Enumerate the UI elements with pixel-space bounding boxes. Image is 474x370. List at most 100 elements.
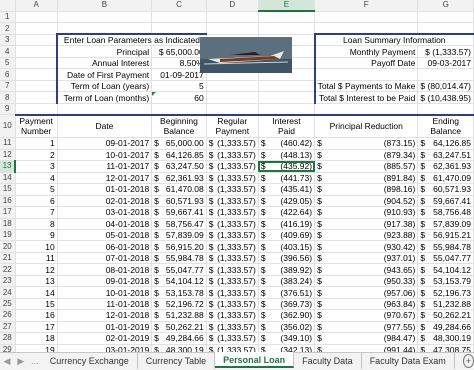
payment-date-cell[interactable]: 05-01-2018 [57, 229, 153, 242]
beginning-balance-cell[interactable]: $50,262.21 [151, 321, 207, 334]
cell[interactable] [151, 103, 207, 116]
regular-payment-cell[interactable]: $ (1,333.57) [206, 183, 259, 196]
header-principal-reduction[interactable]: Principal Reduction [314, 113, 419, 139]
payment-date-cell[interactable]: 01-01-2018 [57, 183, 153, 196]
principal-reduction-cell[interactable]: $ (885.57) [314, 160, 419, 173]
row-header[interactable]: 8 [0, 91, 16, 104]
payment-number-cell[interactable]: 5 [15, 183, 58, 196]
column-header-e[interactable]: E [258, 0, 316, 13]
payment-number-cell[interactable]: 16 [15, 309, 58, 322]
payment-number-cell[interactable]: 18 [15, 332, 58, 345]
interest-paid-cell[interactable]: $ (416.19) [258, 218, 316, 230]
cell[interactable] [258, 80, 316, 93]
cell[interactable] [417, 11, 474, 24]
principal-reduction-cell[interactable]: $ (904.52) [314, 195, 419, 208]
regular-payment-cell[interactable]: $ (1,333.57) [206, 160, 259, 173]
payment-date-cell[interactable]: 09-01-2017 [57, 137, 153, 150]
cell[interactable] [258, 11, 316, 24]
interest-paid-cell[interactable]: $ (396.56) [258, 252, 316, 265]
row-header[interactable]: 22 [0, 263, 16, 276]
cell[interactable] [206, 80, 259, 93]
regular-payment-cell[interactable]: $ (1,333.57) [206, 172, 259, 185]
cell[interactable] [417, 103, 474, 116]
cell[interactable] [15, 91, 58, 104]
payment-number-cell[interactable]: 7 [15, 206, 58, 219]
cell[interactable] [258, 22, 316, 35]
row-header[interactable]: 27 [0, 321, 16, 334]
interest-paid-cell[interactable]: $ (441.73) [258, 172, 316, 185]
beginning-balance-cell[interactable]: $64,126.85 [151, 149, 207, 162]
cell[interactable] [313, 68, 419, 81]
regular-payment-cell[interactable]: $ (1,333.57) [206, 229, 259, 242]
row-header[interactable]: 12 [0, 149, 16, 162]
beginning-balance-cell[interactable]: $51,232.88 [151, 309, 207, 322]
cell[interactable] [57, 103, 153, 116]
payment-date-cell[interactable]: 03-01-2018 [57, 206, 153, 219]
term-years-value[interactable]: 5 [151, 80, 207, 93]
cell[interactable] [151, 22, 207, 35]
payment-date-cell[interactable]: 07-01-2018 [57, 252, 153, 265]
tab-personal-loan[interactable]: Personal Loan [215, 352, 295, 368]
payment-date-cell[interactable]: 10-01-2018 [57, 286, 153, 299]
cell[interactable] [417, 68, 474, 81]
params-title[interactable]: Enter Loan Parameters as Indicated [56, 33, 207, 47]
payment-date-cell[interactable]: 04-01-2018 [57, 218, 153, 230]
payment-number-cell[interactable]: 1 [15, 137, 58, 150]
payment-number-cell[interactable]: 12 [15, 263, 58, 276]
regular-payment-cell[interactable]: $ (1,333.57) [206, 218, 259, 230]
first-payment-value[interactable]: 01-09-2017 [151, 68, 207, 81]
select-all-corner[interactable] [0, 0, 16, 12]
row-header[interactable]: 21 [0, 252, 16, 265]
more-sheets-icon[interactable]: ... [28, 353, 42, 369]
cell[interactable] [15, 80, 58, 93]
ending-balance-cell[interactable]: $58,756.48 [417, 206, 474, 219]
principal-reduction-cell[interactable]: $ (873.15) [314, 137, 419, 150]
row-header[interactable]: 6 [0, 68, 16, 81]
header-beginning-balance[interactable]: Beginning Balance [151, 113, 207, 139]
column-header-b[interactable]: B [57, 0, 153, 12]
cell[interactable] [314, 22, 419, 35]
principal-reduction-cell[interactable]: $ (977.55) [314, 321, 419, 334]
ending-balance-cell[interactable]: $53,153.79 [417, 275, 474, 288]
beginning-balance-cell[interactable]: $49,284.66 [151, 332, 207, 345]
row-header[interactable]: 20 [0, 240, 16, 253]
principal-label[interactable]: Principal [56, 45, 153, 58]
payoff-date-label[interactable]: Payoff Date [313, 57, 419, 70]
spreadsheet-grid[interactable]: A B C D E F G 1 2 3 Enter Loan Parameter… [0, 0, 474, 357]
interest-paid-cell[interactable]: $ (422.64) [258, 206, 316, 219]
interest-paid-cell[interactable]: $ (448.13) [258, 149, 316, 162]
header-interest-paid[interactable]: Interest Paid [258, 113, 316, 139]
ending-balance-cell[interactable]: $64,126.85 [417, 137, 474, 150]
payment-date-cell[interactable]: 11-01-2018 [57, 298, 153, 311]
ending-balance-cell[interactable]: $55,047.77 [417, 252, 474, 265]
principal-reduction-cell[interactable]: $ (970.67) [314, 309, 419, 322]
annual-interest-label[interactable]: Annual Interest [56, 57, 153, 70]
ending-balance-cell[interactable]: $55,984.78 [417, 240, 474, 253]
annual-interest-value[interactable]: 8.50% [151, 57, 207, 70]
beginning-balance-cell[interactable]: $58,756.47 [151, 218, 207, 230]
payment-number-cell[interactable]: 8 [15, 218, 58, 230]
row-header[interactable]: 14 [0, 172, 16, 185]
row-header[interactable]: 10 [0, 114, 16, 139]
payment-date-cell[interactable]: 12-01-2017 [57, 172, 153, 185]
payment-date-cell[interactable]: 12-01-2018 [57, 309, 153, 322]
principal-reduction-cell[interactable]: $ (910.93) [314, 206, 419, 219]
monthly-payment-label[interactable]: Monthly Payment [313, 45, 419, 58]
payment-date-cell[interactable]: 10-01-2017 [57, 149, 153, 162]
ending-balance-cell[interactable]: $60,571.93 [417, 183, 474, 196]
payment-date-cell[interactable]: 06-01-2018 [57, 240, 153, 253]
interest-paid-cell[interactable]: $ (403.15) [258, 240, 316, 253]
column-header-g[interactable]: G [417, 0, 474, 12]
prev-sheet-icon[interactable]: ◀ [0, 353, 14, 369]
beginning-balance-cell[interactable]: $56,915.20 [151, 240, 207, 253]
cell[interactable] [314, 11, 419, 24]
payment-date-cell[interactable]: 02-01-2019 [57, 332, 153, 345]
interest-paid-cell[interactable]: $ (362.90) [258, 309, 316, 322]
row-header[interactable]: 9 [0, 103, 16, 116]
row-header[interactable]: 17 [0, 206, 16, 219]
beginning-balance-cell[interactable]: $52,196.72 [151, 298, 207, 311]
beginning-balance-cell[interactable]: $61,470.08 [151, 183, 207, 196]
payment-date-cell[interactable]: 08-01-2018 [57, 263, 153, 276]
row-header[interactable]: 23 [0, 275, 16, 288]
payment-number-cell[interactable]: 10 [15, 240, 58, 253]
